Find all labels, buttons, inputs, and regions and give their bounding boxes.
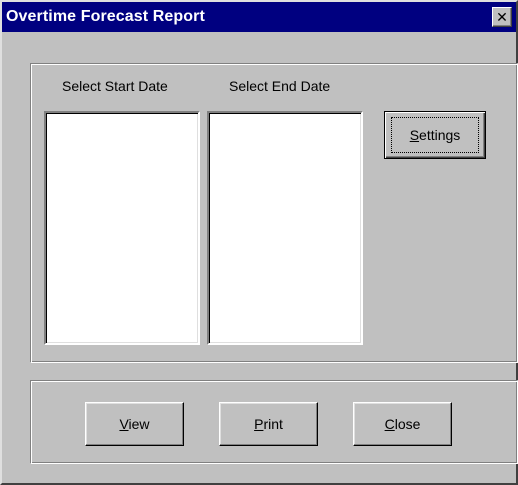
end-date-list[interactable] [207,111,363,345]
view-label: iew [128,416,150,432]
title-bar[interactable]: Overtime Forecast Report ✕ [2,2,516,32]
view-button[interactable]: View [85,402,184,446]
view-mnemonic: V [119,416,129,432]
settings-label: ettings [419,127,461,143]
window-title: Overtime Forecast Report [6,8,205,25]
close-label: lose [394,416,421,432]
close-button[interactable]: Close [353,402,452,446]
print-button[interactable]: Print [219,402,318,446]
start-date-list[interactable] [44,111,200,345]
print-label: rint [263,416,283,432]
close-mnemonic: C [384,416,395,432]
settings-mnemonic: S [409,127,420,143]
end-date-label: Select End Date [229,78,331,94]
settings-button[interactable]: Settings [384,111,486,159]
close-icon: ✕ [496,9,508,25]
close-window-button[interactable]: ✕ [492,7,512,27]
start-date-label: Select Start Date [62,78,168,94]
